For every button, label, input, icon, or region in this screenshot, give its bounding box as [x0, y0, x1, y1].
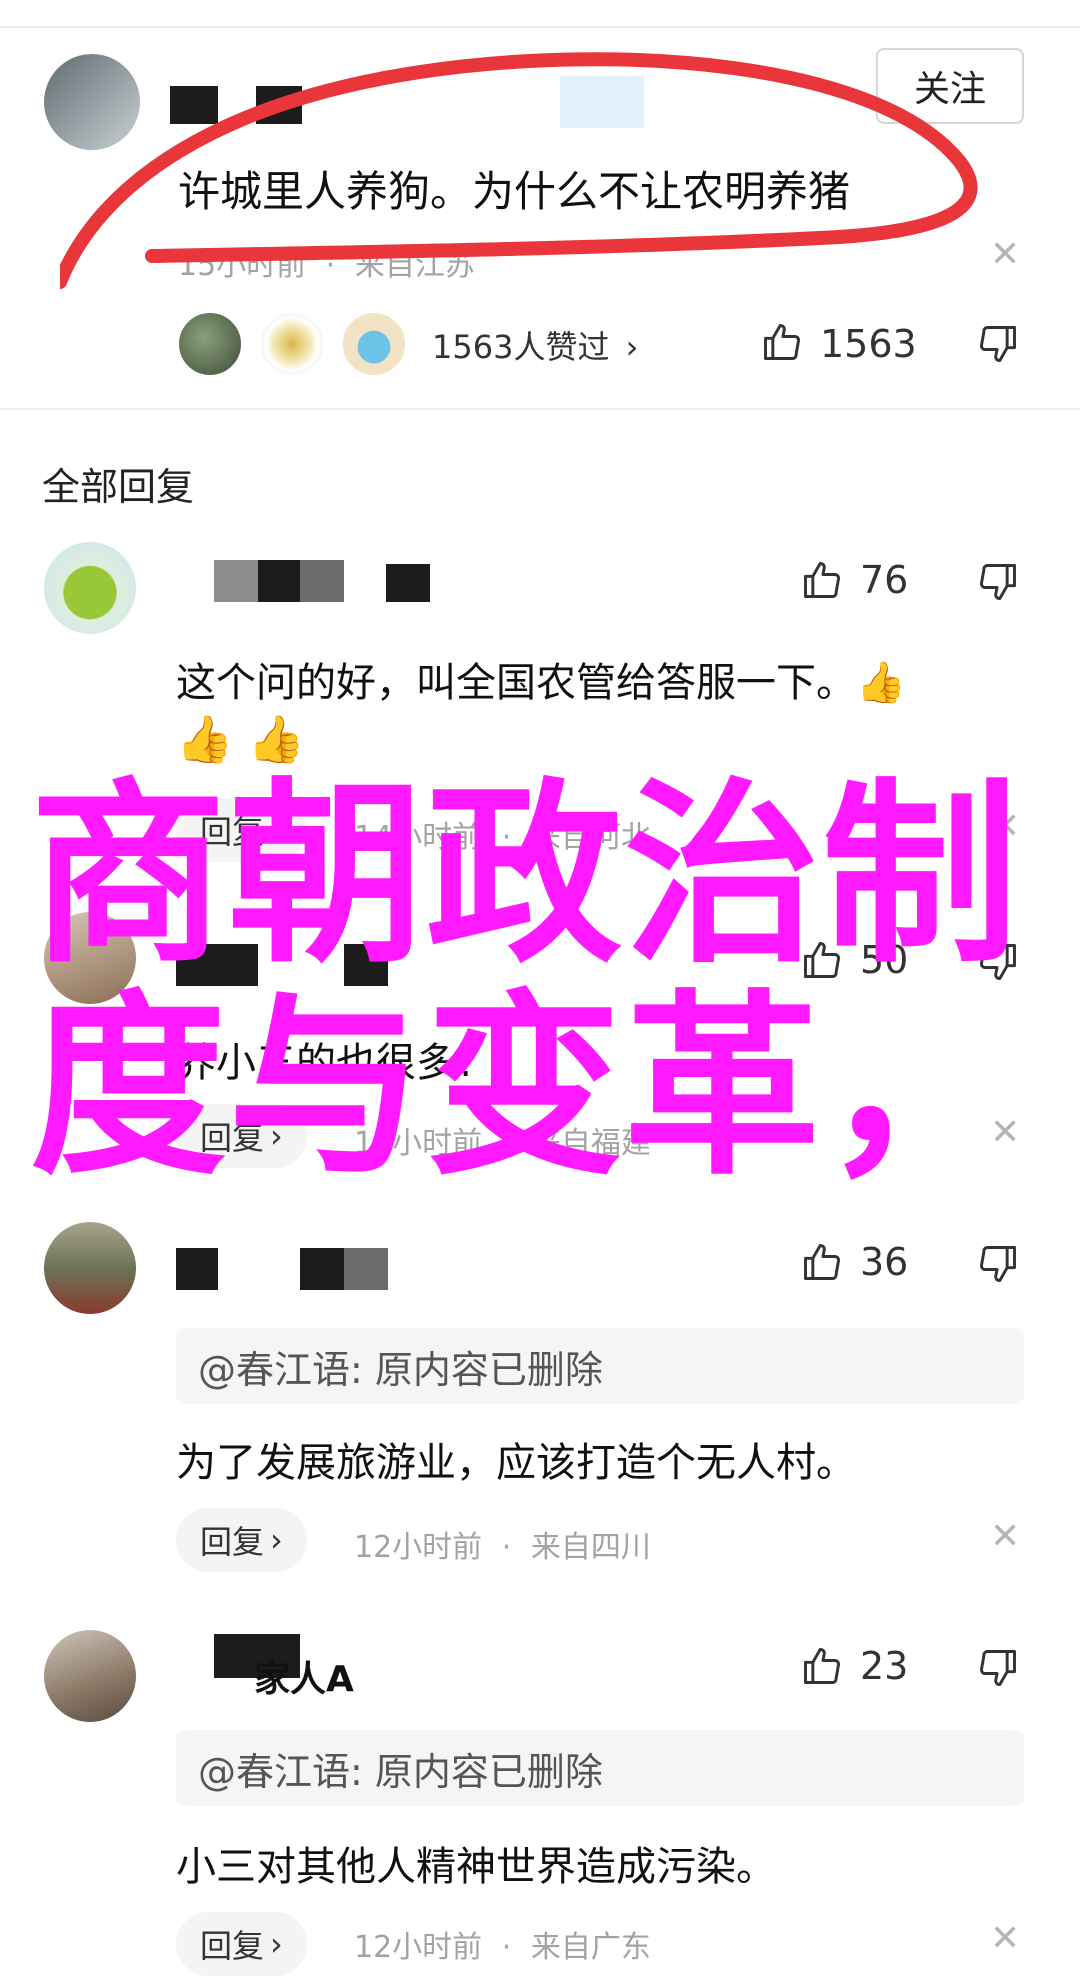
close-icon[interactable]: ✕ [990, 234, 1020, 275]
reply-location: 来自四川 [530, 1530, 651, 1565]
top-divider [0, 0, 1080, 28]
reply-name-redacted [300, 1248, 344, 1290]
reply-avatar[interactable] [44, 1222, 136, 1314]
liker-avatar-3[interactable] [340, 310, 408, 378]
reply-name-redacted [300, 560, 344, 602]
reply-avatar[interactable] [44, 542, 136, 634]
reply-label: 回复 [200, 1927, 265, 1965]
reply-name-redacted [176, 1248, 218, 1290]
reply-name-redacted [214, 560, 258, 602]
reply-like-count: 23 [860, 1644, 909, 1688]
thumbs-up-icon [804, 1648, 840, 1684]
thumbs-down-icon [980, 1650, 1016, 1686]
all-replies-title: 全部回复 [42, 465, 195, 509]
reply-time: 12小时前 [354, 1930, 483, 1965]
reply-location: 来自广东 [530, 1930, 651, 1965]
quoted-reply[interactable]: @春江语: 原内容已删除 [176, 1328, 1024, 1404]
liker-avatar-1[interactable] [176, 310, 244, 378]
reply-button[interactable]: 回复 › [176, 1912, 307, 1976]
likers-text: 1563人赞过 [432, 328, 610, 366]
reply-meta: 12小时前 · 来自广东 [354, 1922, 651, 1966]
reply-content: 小三对其他人精神世界造成污染。 [176, 1844, 776, 1890]
reply-content: 这个问的好，叫全国农管给答服一下。👍 [176, 660, 906, 706]
reply-name-partial: 家人A [254, 1659, 354, 1700]
reply-content: 为了发展旅游业，应该打造个无人村。 [176, 1440, 856, 1486]
thumbs-down-icon [980, 1246, 1016, 1282]
chevron-right-icon: › [625, 328, 639, 366]
reply-name-redacted [258, 560, 300, 602]
thumbs-down-icon [980, 564, 1016, 600]
reply-dislike-button[interactable] [976, 1242, 1020, 1290]
thumbs-up-icon [804, 562, 840, 598]
reply-dislike-button[interactable] [976, 560, 1020, 608]
likers-link[interactable]: 1563人赞过 › [432, 322, 638, 368]
reply-like-button[interactable] [800, 558, 844, 606]
reply-emoji-line: 👍 👍 [176, 712, 306, 766]
quoted-reply[interactable]: @春江语: 原内容已删除 [176, 1730, 1024, 1806]
red-annotation-oval [60, 52, 978, 289]
meta-separator: · [501, 1930, 512, 1965]
post-dislike-button[interactable] [976, 322, 1020, 370]
thumbs-down-icon [980, 326, 1016, 362]
post-like-count: 1563 [820, 322, 917, 366]
close-icon[interactable]: ✕ [990, 1918, 1020, 1959]
reply-like-button[interactable] [800, 1240, 844, 1288]
reply-time: 12小时前 [354, 1530, 483, 1565]
reply-dislike-button[interactable] [976, 1646, 1020, 1694]
close-icon[interactable]: ✕ [990, 1516, 1020, 1557]
thumbs-up-icon [764, 324, 800, 360]
reply-button[interactable]: 回复 › [176, 1508, 307, 1572]
section-divider [0, 408, 1080, 410]
chevron-right-icon: › [270, 1521, 283, 1559]
thumbs-up-icon [804, 1244, 840, 1280]
reply-name-redacted [344, 1248, 388, 1290]
reply-name-redacted [386, 564, 430, 602]
reply-avatar[interactable] [44, 1630, 136, 1722]
reply-like-count: 36 [860, 1240, 909, 1284]
reply-label: 回复 [200, 1523, 265, 1561]
reply-like-count: 76 [860, 558, 909, 602]
reply-meta: 12小时前 · 来自四川 [354, 1522, 651, 1566]
liker-avatar-2[interactable] [258, 310, 326, 378]
overlay-title: 商朝政治制度与变革， [30, 762, 1021, 1202]
chevron-right-icon: › [270, 1925, 283, 1963]
post-like-button[interactable] [760, 320, 804, 368]
meta-separator: · [501, 1530, 512, 1565]
reply-like-button[interactable] [800, 1644, 844, 1692]
